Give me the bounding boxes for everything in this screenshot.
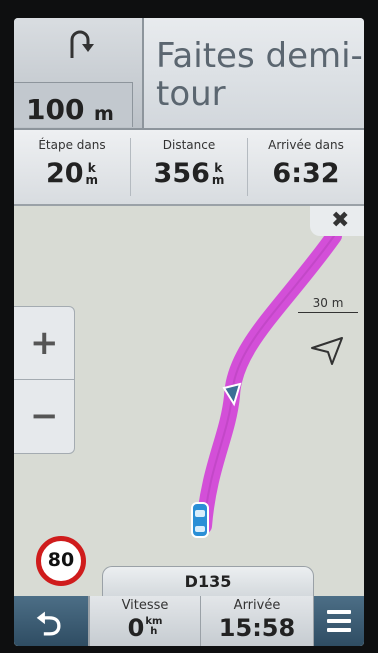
navigation-screen: 100 m Faites demi- tour Étape dans 20 k m … (14, 18, 364, 646)
turn-distance-unit: m (94, 103, 114, 125)
stat-distance[interactable]: Distance 356 k m (131, 130, 247, 204)
stat-number: 20 (45, 158, 84, 189)
arrival-field[interactable]: Arrivée 15:58 (201, 596, 314, 646)
stat-number: 356 (153, 158, 210, 189)
route-outline (203, 235, 335, 527)
unit-bottom: m (85, 173, 99, 187)
stat-label: Distance (162, 138, 216, 152)
close-button[interactable]: ✖ (310, 206, 364, 236)
speed-limit-value: 80 (47, 549, 75, 571)
bottom-bar: ⮌ Vitesse 0km h Arrivée 15:58 (14, 596, 364, 646)
unit-bottom: h (150, 626, 158, 637)
plus-icon: + (30, 323, 59, 363)
back-button[interactable]: ⮌ (14, 596, 90, 646)
minus-icon: − (30, 396, 59, 436)
instruction-line-2: tour (156, 74, 226, 114)
speed-label: Vitesse (121, 598, 169, 613)
current-road-tab[interactable]: D135 (102, 566, 314, 597)
stat-value: 356 k m (131, 158, 247, 189)
zoom-out-button[interactable]: − (14, 380, 74, 452)
turn-distance-value: 100 (26, 93, 85, 126)
turn-distance: 100 m (14, 82, 133, 127)
stat-value: 20 k m (14, 158, 130, 189)
stat-unit: km (212, 162, 225, 186)
instruction-banner[interactable]: Faites demi- tour (144, 18, 364, 130)
device-frame: 100 m Faites demi- tour Étape dans 20 k m … (0, 0, 378, 653)
speed-number: 0 (127, 614, 145, 642)
map-scale: 30 m (298, 296, 358, 313)
stat-next-step[interactable]: Étape dans 20 k m (14, 130, 130, 204)
back-arrow-icon: ⮌ (36, 605, 62, 643)
zoom-in-button[interactable]: + (14, 307, 74, 380)
unit-bottom: m (211, 173, 225, 187)
stat-label: Arrivée dans (268, 138, 344, 152)
speed-unit: km h (145, 617, 162, 637)
menu-button[interactable] (314, 596, 364, 646)
speed-value: 0km h (90, 614, 200, 642)
speed-limit-sign: 80 (36, 536, 86, 586)
stat-arrival-in[interactable]: Arrivée dans 6:32 (248, 130, 364, 204)
trip-stats-row: Étape dans 20 k m Distance 356 k m Arrivée d… (14, 130, 364, 206)
road-name: D135 (184, 572, 232, 591)
u-turn-icon (70, 30, 94, 58)
turn-maneuver-panel[interactable]: 100 m (14, 18, 144, 130)
close-icon: ✖ (331, 208, 350, 233)
route-line (196, 228, 342, 534)
instruction-line-1: Faites demi- (156, 36, 363, 76)
stat-unit: km (86, 162, 99, 186)
vehicle-icon (191, 502, 209, 538)
compass-arrow-icon[interactable] (310, 336, 344, 366)
stat-label: Étape dans (38, 138, 106, 152)
zoom-controls: + − (14, 306, 75, 454)
speed-field[interactable]: Vitesse 0km h (90, 596, 201, 646)
arrival-label: Arrivée (233, 598, 281, 613)
stat-value: 6:32 (272, 158, 340, 189)
arrival-value: 15:58 (218, 614, 296, 642)
